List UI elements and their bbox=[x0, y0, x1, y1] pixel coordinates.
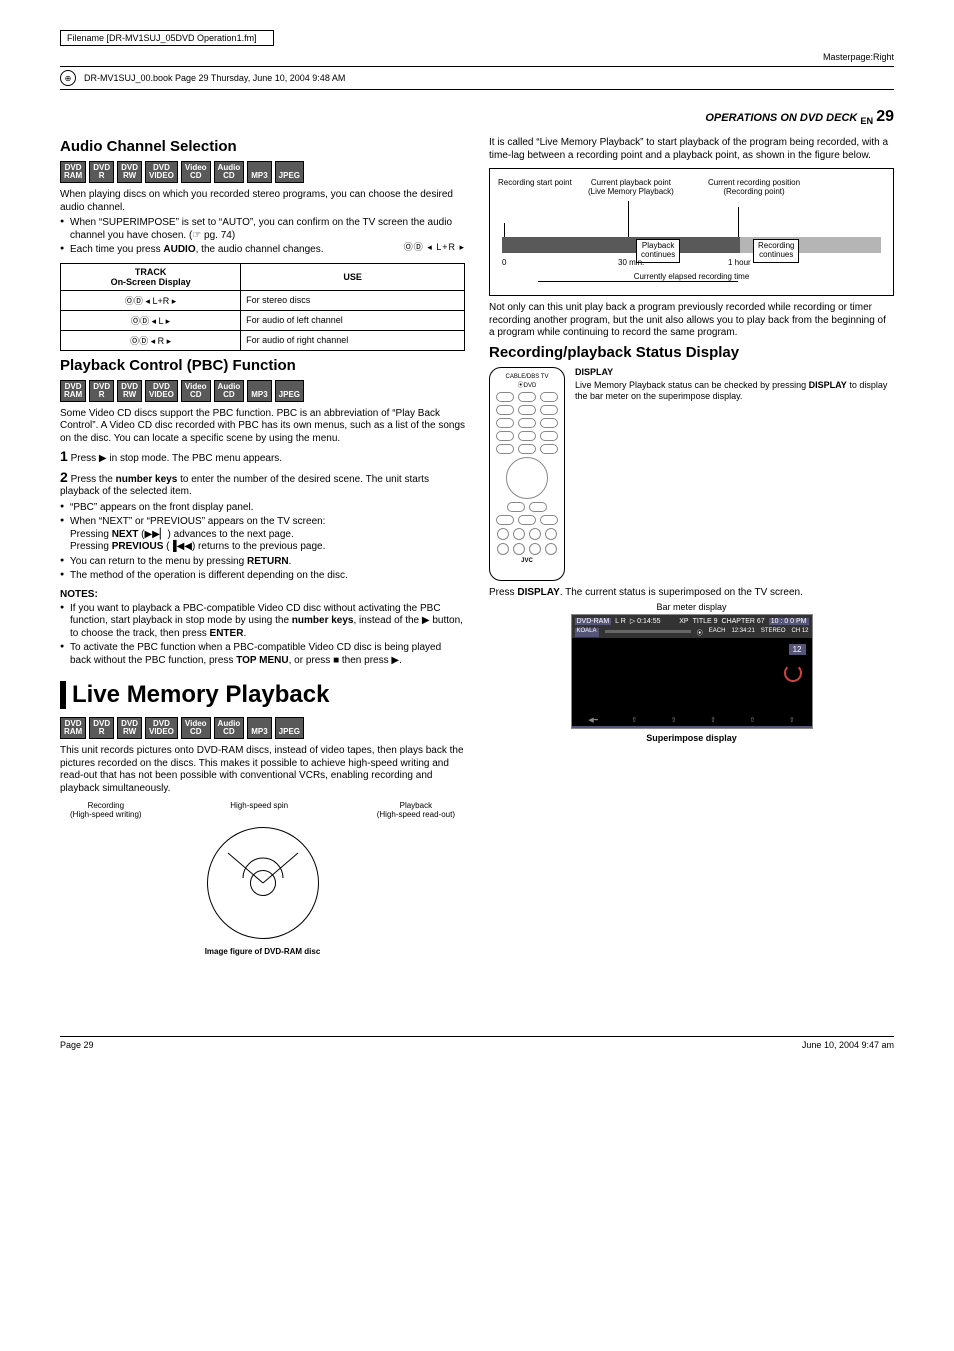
format-badges-1: DVDRAM DVDR DVDRW DVDVIDEO VideoCD Audio… bbox=[60, 161, 465, 183]
disc-icon bbox=[207, 827, 319, 939]
page-footer: Page 29 June 10, 2004 9:47 am bbox=[60, 1036, 894, 1050]
badge-dvd-r: DVDR bbox=[89, 161, 114, 183]
dvd-ram-diagram: Recording(High-speed writing) High-speed… bbox=[60, 801, 465, 956]
book-header-line: ⊕ DR-MV1SUJ_00.book Page 29 Thursday, Ju… bbox=[60, 66, 894, 90]
bar-meter-label: Bar meter display bbox=[489, 602, 894, 612]
book-line-text: DR-MV1SUJ_00.book Page 29 Thursday, June… bbox=[84, 73, 345, 83]
remote-brand: JVC bbox=[521, 558, 533, 564]
pbc-note-1: If you want to playback a PBC-compatible… bbox=[60, 603, 465, 641]
section-header: OPERATIONS ON DVD DECK EN 29 bbox=[60, 108, 894, 126]
pbc-step-1: 1 Press ▶ in stop mode. The PBC menu app… bbox=[60, 448, 465, 466]
bar-meter-display: DVD-RAM L R ▷ 0:14:55 XP TITLE 9 CHAPTER… bbox=[571, 614, 813, 729]
audio-indicator-icon: ⓄⒹ ◂ L+R ▸ bbox=[404, 242, 465, 253]
format-badges-3: DVDRAM DVDR DVDRW DVDVIDEO VideoCD Audio… bbox=[60, 717, 465, 739]
pbc-bullet-4: The method of the operation is different… bbox=[60, 570, 465, 583]
pbc-bullet-3: You can return to the menu by pressing R… bbox=[60, 556, 465, 569]
register-mark-icon: ⊕ bbox=[60, 70, 76, 86]
right-after: Not only can this unit play back a progr… bbox=[489, 302, 894, 340]
badge-dvd-ram: DVDRAM bbox=[60, 161, 86, 183]
heading-live-memory: Live Memory Playback bbox=[60, 681, 465, 709]
badge-jpeg: JPEG bbox=[275, 161, 304, 183]
display-text: Live Memory Playback status can be check… bbox=[575, 380, 894, 403]
badge-audio-cd: AudioCD bbox=[214, 161, 245, 183]
pbc-bullet-2: When “NEXT” or “PREVIOUS” appears on the… bbox=[60, 516, 465, 554]
heading-audio-channel: Audio Channel Selection bbox=[60, 138, 465, 155]
track-table: TRACKOn-Screen DisplayUSE ⓄⒹ ◂ L+R ▸For … bbox=[60, 263, 465, 351]
press-display-text: Press DISPLAY. The current status is sup… bbox=[489, 587, 894, 600]
filename-box: Filename [DR-MV1SUJ_05DVD Operation1.fm] bbox=[60, 30, 274, 46]
notes-heading: NOTES: bbox=[60, 589, 465, 600]
audio-bullet-2: Each time you press AUDIO, the audio cha… bbox=[60, 244, 465, 257]
display-heading: DISPLAY bbox=[575, 367, 613, 377]
audio-bullet-1: When “SUPERIMPOSE” is set to “AUTO”, you… bbox=[60, 217, 465, 242]
heading-status-display: Recording/playback Status Display bbox=[489, 344, 894, 361]
pbc-step-2: 2 Press the number keys to enter the num… bbox=[60, 469, 465, 499]
pbc-bullet-1: “PBC” appears on the front display panel… bbox=[60, 502, 465, 515]
pbc-note-2: To activate the PBC function when a PBC-… bbox=[60, 642, 465, 667]
heading-pbc: Playback Control (PBC) Function bbox=[60, 357, 465, 374]
badge-dvd-rw: DVDRW bbox=[117, 161, 142, 183]
badge-dvd-video: DVDVIDEO bbox=[145, 161, 178, 183]
audio-intro: When playing discs on which you recorded… bbox=[60, 189, 465, 214]
timeline-diagram: Current playback point(Live Memory Playb… bbox=[489, 168, 894, 296]
superimpose-label: Superimpose display bbox=[489, 733, 894, 743]
badge-video-cd: VideoCD bbox=[181, 161, 211, 183]
remote-control-diagram: CABLE/DBS TV ⦿DVD JVC bbox=[489, 367, 565, 581]
format-badges-2: DVDRAM DVDR DVDRW DVDVIDEO VideoCD Audio… bbox=[60, 380, 465, 402]
right-intro: It is called “Live Memory Playback” to s… bbox=[489, 137, 894, 162]
live-intro: This unit records pictures onto DVD-RAM … bbox=[60, 745, 465, 795]
pbc-intro: Some Video CD discs support the PBC func… bbox=[60, 408, 465, 446]
masterpage-label: Masterpage:Right bbox=[823, 52, 894, 62]
badge-mp3: MP3 bbox=[247, 161, 271, 183]
